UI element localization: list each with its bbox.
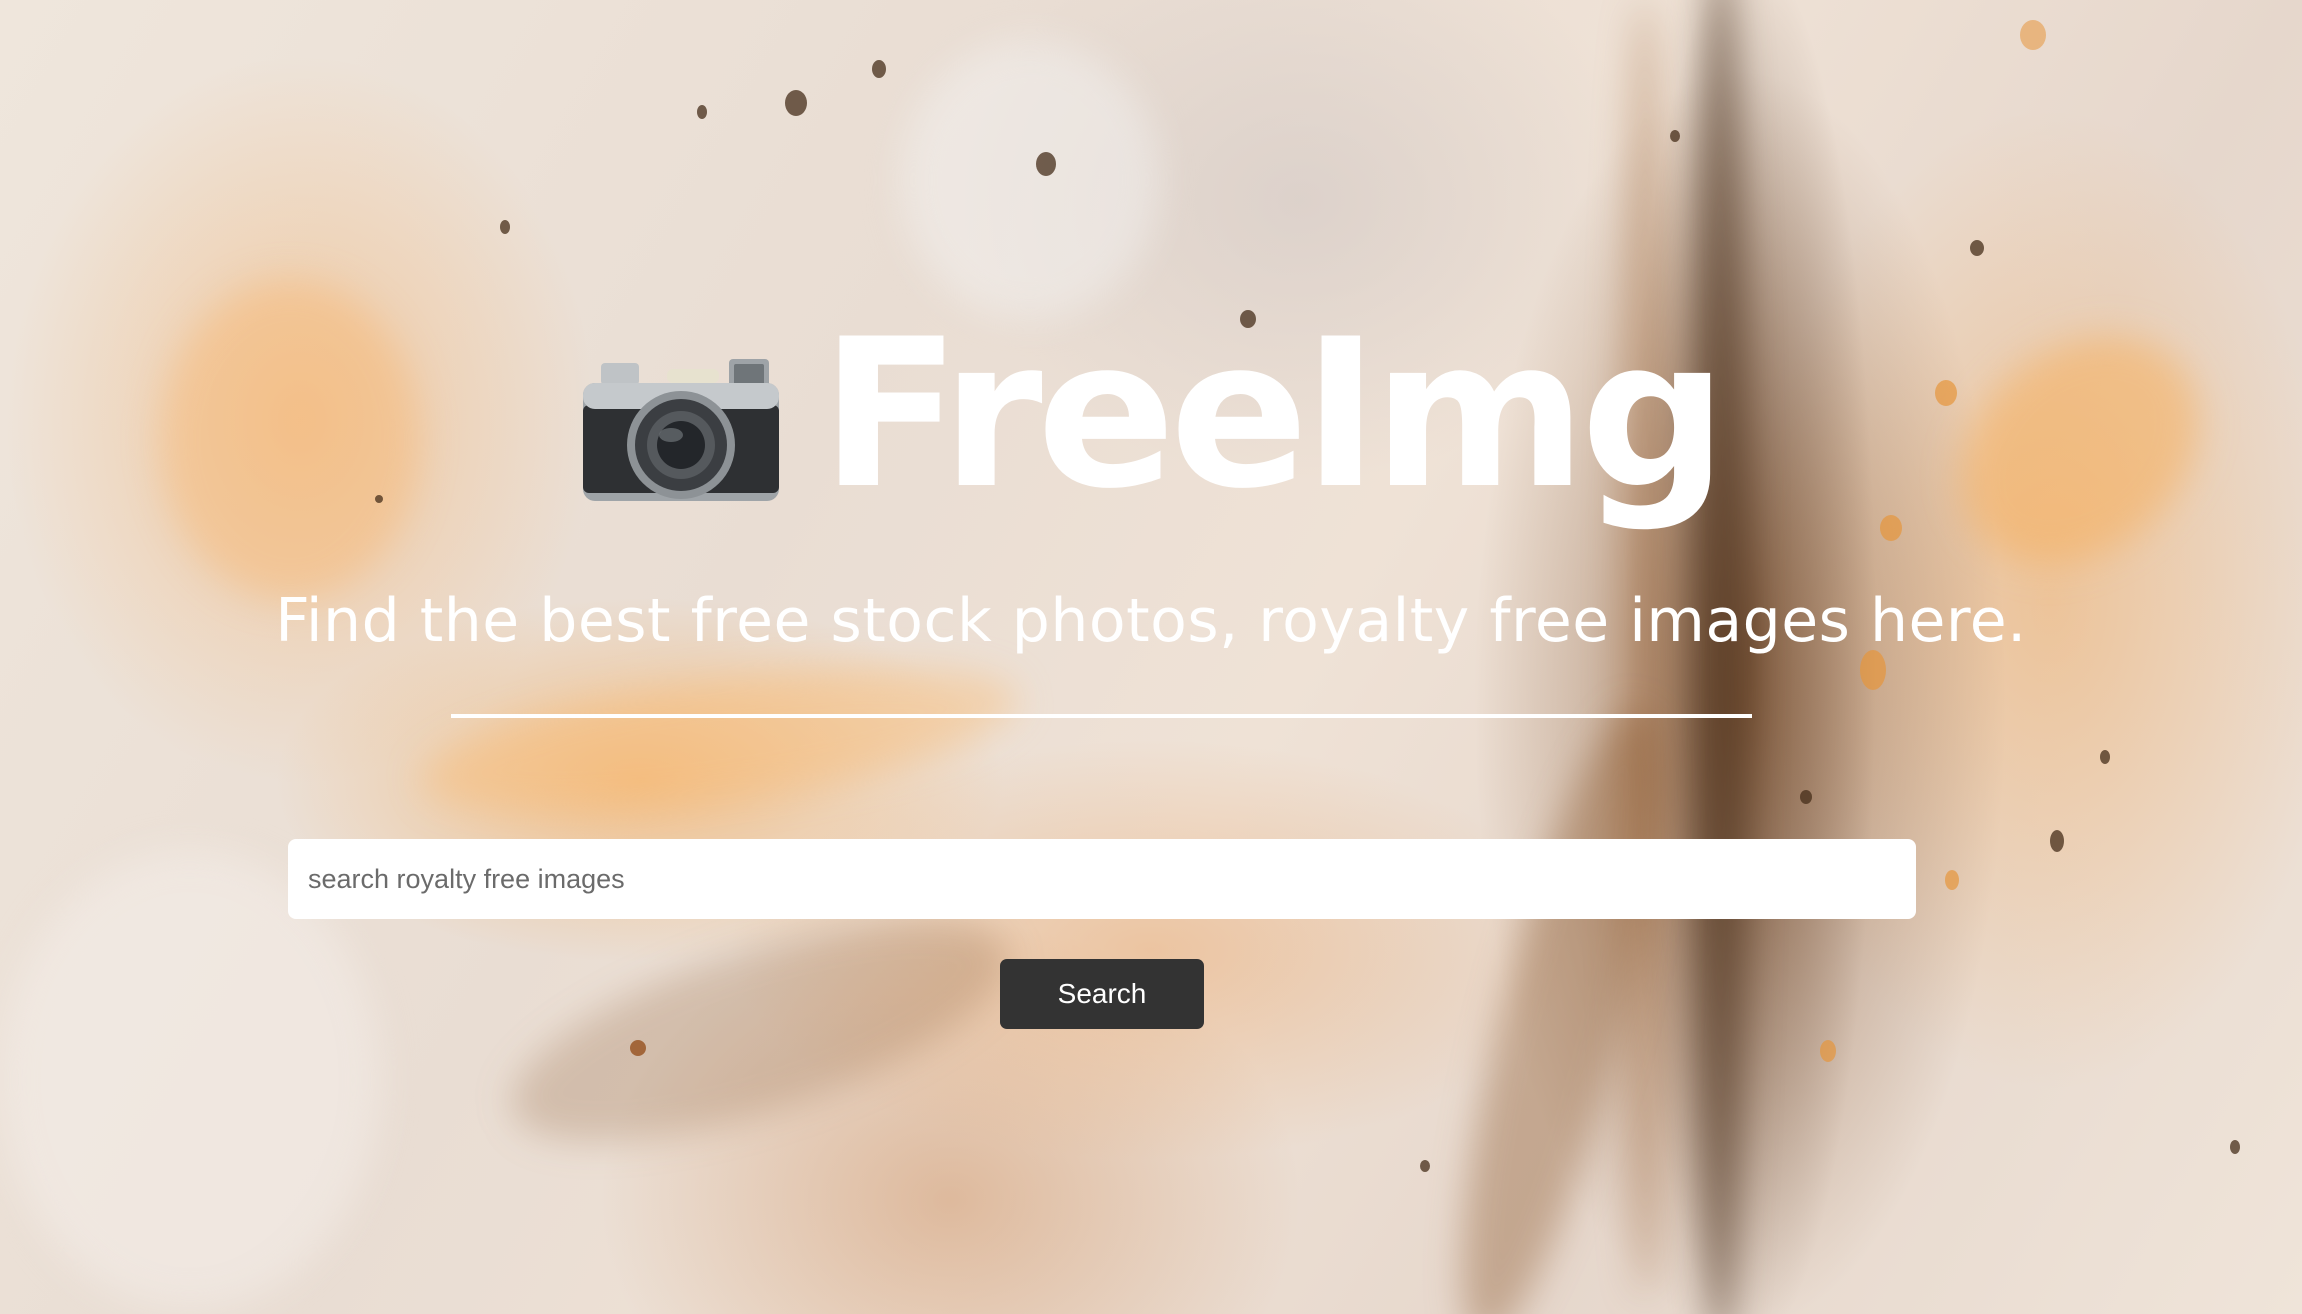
divider [451, 714, 1752, 718]
brand-logo: FreeImg [0, 300, 2302, 540]
search-button[interactable]: Search [1000, 959, 1204, 1029]
search-input[interactable] [288, 839, 1916, 919]
brand-name: FreeImg [820, 295, 1728, 534]
hero-section: FreeImg Find the best free stock photos,… [0, 0, 2302, 1314]
hero-tagline: Find the best free stock photos, royalty… [275, 586, 2027, 656]
camera-icon [581, 355, 781, 505]
